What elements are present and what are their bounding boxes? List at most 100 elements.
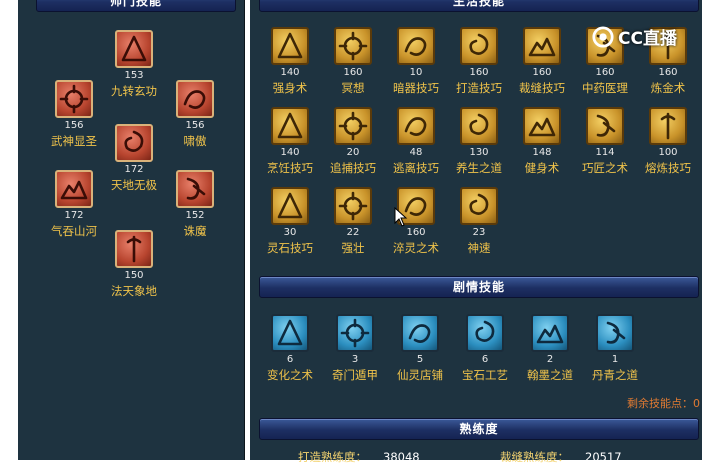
spike-icon-glyph [121, 35, 147, 62]
vortex-icon[interactable] [115, 124, 153, 162]
tailor-proficiency: 裁缝熟练度： 20517 [500, 449, 622, 465]
dart-icon[interactable] [397, 27, 435, 65]
scissors-icon[interactable] [523, 27, 561, 65]
skill-name: 丹青之道 [592, 368, 638, 382]
scroll-icon[interactable] [596, 314, 634, 352]
skill-name: 逃离技巧 [393, 161, 439, 175]
staff-icon[interactable] [115, 230, 153, 268]
chain-icon-glyph [338, 111, 368, 141]
skill-level: 160 [343, 67, 363, 78]
muscle-icon[interactable] [523, 107, 561, 145]
skill-level: 172 [64, 210, 84, 221]
strong-icon[interactable] [334, 187, 372, 225]
figure-icon[interactable] [460, 107, 498, 145]
gem-icon[interactable] [271, 187, 309, 225]
scissors-icon-glyph [528, 37, 556, 57]
brush-icon-glyph [536, 324, 564, 344]
escape-icon-glyph [404, 117, 427, 136]
shop-icon[interactable] [401, 314, 439, 352]
skill-level: 5 [416, 354, 424, 365]
forge-proficiency: 打造熟练度： 38048 [298, 449, 420, 465]
gem-icon-glyph [277, 192, 303, 219]
mouse-cursor-icon [394, 207, 408, 227]
scroll-icon-glyph [606, 321, 626, 344]
skill-level: 23 [472, 227, 486, 238]
forge-icon[interactable] [460, 27, 498, 65]
skill-level: 160 [595, 67, 615, 78]
transform-icon-glyph [277, 319, 303, 346]
muscle-icon-glyph [528, 117, 556, 137]
skill-level: 172 [124, 164, 144, 175]
skill-name: 冥想 [341, 81, 365, 95]
skill-name: 变化之术 [267, 368, 313, 382]
skill-name: 强身术 [272, 81, 308, 95]
mountain-icon[interactable] [55, 170, 93, 208]
forge-proficiency-value: 38048 [383, 450, 420, 464]
watermark-text: CC直播 [618, 29, 677, 49]
skill-name: 啸傲 [183, 134, 207, 148]
life-skills-header: 生活技能 [259, 0, 699, 12]
formation-icon[interactable] [336, 314, 374, 352]
skill-name: 巧匠之术 [582, 161, 628, 175]
skill-level: 156 [64, 120, 84, 131]
chain-icon[interactable] [334, 107, 372, 145]
vortex-icon-glyph [124, 130, 144, 152]
speed-icon-glyph [469, 193, 489, 215]
speed-icon[interactable] [460, 187, 498, 225]
tool-icon[interactable] [586, 107, 624, 145]
skill-level: 156 [185, 120, 205, 131]
school-skills-header: 师门技能 [36, 0, 236, 12]
gemcraft-icon[interactable] [466, 314, 504, 352]
skill-name: 宝石工艺 [462, 368, 508, 382]
body-icon[interactable] [271, 27, 309, 65]
skill-level: 1 [611, 354, 619, 365]
skill-name: 烹饪技巧 [267, 161, 313, 175]
skill-name: 暗器技巧 [393, 81, 439, 95]
forge-proficiency-label: 打造熟练度： [298, 450, 367, 464]
dragon-icon-glyph [183, 90, 206, 109]
transform-icon[interactable] [271, 314, 309, 352]
skill-name: 九转玄功 [111, 84, 157, 98]
staff-icon-glyph [126, 235, 142, 263]
skill-level: 6 [481, 354, 489, 365]
skill-name: 气吞山河 [51, 224, 97, 238]
skill-name: 强壮 [341, 241, 365, 255]
skill-level: 2 [546, 354, 554, 365]
skill-name: 诛魔 [183, 224, 207, 238]
skill-name: 神速 [467, 241, 491, 255]
cc-logo-icon [592, 25, 614, 48]
dragon-icon[interactable] [176, 80, 214, 118]
skill-name: 打造技巧 [456, 81, 502, 95]
claw-icon[interactable] [176, 170, 214, 208]
spike-icon[interactable] [115, 30, 153, 68]
tailor-proficiency-value: 20517 [585, 450, 622, 464]
skill-level: 150 [124, 270, 144, 281]
brush-icon[interactable] [531, 314, 569, 352]
skill-name: 养生之道 [456, 161, 502, 175]
escape-icon[interactable] [397, 107, 435, 145]
figure-icon-glyph [469, 113, 489, 135]
furnace-icon[interactable] [649, 107, 687, 145]
meditate-icon[interactable] [334, 27, 372, 65]
tool-icon-glyph [596, 114, 616, 137]
story-skills-header: 剧情技能 [259, 276, 699, 298]
skill-level: 22 [346, 227, 360, 238]
skill-level: 6 [286, 354, 294, 365]
skill-level: 152 [185, 210, 205, 221]
mountain-icon-glyph [60, 180, 88, 200]
forge-icon-glyph [469, 33, 489, 55]
skill-name: 熔炼技巧 [645, 161, 691, 175]
pot-icon[interactable] [271, 107, 309, 145]
burst-icon-glyph [59, 84, 89, 114]
gemcraft-icon-glyph [475, 320, 495, 342]
skill-level: 140 [280, 147, 300, 158]
skill-name: 追捕技巧 [330, 161, 376, 175]
skill-name: 仙灵店铺 [397, 368, 443, 382]
skill-level: 153 [124, 70, 144, 81]
skill-level: 160 [406, 227, 426, 238]
skill-level: 20 [346, 147, 360, 158]
watermark: CC直播 [592, 24, 677, 49]
skill-level: 140 [280, 67, 300, 78]
furnace-icon-glyph [660, 112, 676, 140]
burst-icon[interactable] [55, 80, 93, 118]
